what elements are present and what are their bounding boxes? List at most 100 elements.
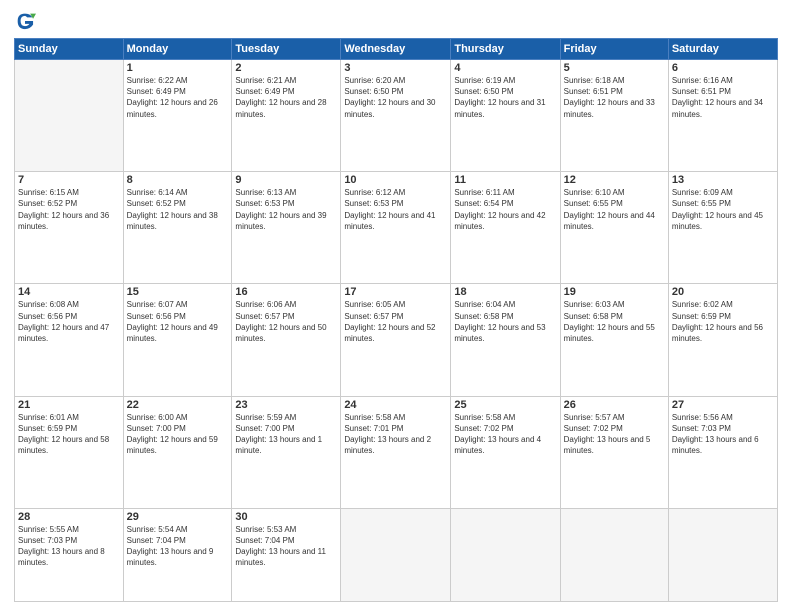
day-info: Sunrise: 6:11 AMSunset: 6:54 PMDaylight:…: [454, 187, 556, 232]
calendar-cell: 20Sunrise: 6:02 AMSunset: 6:59 PMDayligh…: [668, 284, 777, 396]
day-info: Sunrise: 6:00 AMSunset: 7:00 PMDaylight:…: [127, 412, 229, 457]
day-info: Sunrise: 6:13 AMSunset: 6:53 PMDaylight:…: [235, 187, 337, 232]
day-number: 26: [564, 399, 665, 411]
day-number: 30: [235, 511, 337, 523]
day-info: Sunrise: 6:02 AMSunset: 6:59 PMDaylight:…: [672, 299, 774, 344]
calendar: SundayMondayTuesdayWednesdayThursdayFrid…: [14, 38, 778, 602]
calendar-cell: [341, 508, 451, 601]
calendar-cell: [560, 508, 668, 601]
calendar-cell: 11Sunrise: 6:11 AMSunset: 6:54 PMDayligh…: [451, 172, 560, 284]
day-info: Sunrise: 6:07 AMSunset: 6:56 PMDaylight:…: [127, 299, 229, 344]
day-header: Tuesday: [232, 39, 341, 60]
day-info: Sunrise: 6:14 AMSunset: 6:52 PMDaylight:…: [127, 187, 229, 232]
day-info: Sunrise: 5:58 AMSunset: 7:01 PMDaylight:…: [344, 412, 447, 457]
day-number: 15: [127, 286, 229, 298]
day-header: Wednesday: [341, 39, 451, 60]
day-number: 27: [672, 399, 774, 411]
day-number: 16: [235, 286, 337, 298]
calendar-cell: 3Sunrise: 6:20 AMSunset: 6:50 PMDaylight…: [341, 60, 451, 172]
day-number: 10: [344, 174, 447, 186]
day-info: Sunrise: 6:06 AMSunset: 6:57 PMDaylight:…: [235, 299, 337, 344]
calendar-cell: 4Sunrise: 6:19 AMSunset: 6:50 PMDaylight…: [451, 60, 560, 172]
day-number: 9: [235, 174, 337, 186]
day-number: 20: [672, 286, 774, 298]
day-info: Sunrise: 6:20 AMSunset: 6:50 PMDaylight:…: [344, 75, 447, 120]
day-number: 12: [564, 174, 665, 186]
day-header: Saturday: [668, 39, 777, 60]
calendar-cell: 5Sunrise: 6:18 AMSunset: 6:51 PMDaylight…: [560, 60, 668, 172]
day-info: Sunrise: 5:57 AMSunset: 7:02 PMDaylight:…: [564, 412, 665, 457]
calendar-cell: 17Sunrise: 6:05 AMSunset: 6:57 PMDayligh…: [341, 284, 451, 396]
calendar-cell: 9Sunrise: 6:13 AMSunset: 6:53 PMDaylight…: [232, 172, 341, 284]
calendar-cell: [668, 508, 777, 601]
calendar-cell: 29Sunrise: 5:54 AMSunset: 7:04 PMDayligh…: [123, 508, 232, 601]
day-info: Sunrise: 6:10 AMSunset: 6:55 PMDaylight:…: [564, 187, 665, 232]
calendar-cell: [15, 60, 124, 172]
day-number: 14: [18, 286, 120, 298]
calendar-cell: 25Sunrise: 5:58 AMSunset: 7:02 PMDayligh…: [451, 396, 560, 508]
day-info: Sunrise: 6:16 AMSunset: 6:51 PMDaylight:…: [672, 75, 774, 120]
day-info: Sunrise: 5:53 AMSunset: 7:04 PMDaylight:…: [235, 524, 337, 569]
day-number: 3: [344, 62, 447, 74]
day-info: Sunrise: 6:04 AMSunset: 6:58 PMDaylight:…: [454, 299, 556, 344]
calendar-cell: 15Sunrise: 6:07 AMSunset: 6:56 PMDayligh…: [123, 284, 232, 396]
day-number: 19: [564, 286, 665, 298]
calendar-cell: 7Sunrise: 6:15 AMSunset: 6:52 PMDaylight…: [15, 172, 124, 284]
calendar-cell: 10Sunrise: 6:12 AMSunset: 6:53 PMDayligh…: [341, 172, 451, 284]
calendar-cell: 26Sunrise: 5:57 AMSunset: 7:02 PMDayligh…: [560, 396, 668, 508]
calendar-cell: 13Sunrise: 6:09 AMSunset: 6:55 PMDayligh…: [668, 172, 777, 284]
day-info: Sunrise: 6:18 AMSunset: 6:51 PMDaylight:…: [564, 75, 665, 120]
day-number: 11: [454, 174, 556, 186]
calendar-cell: 14Sunrise: 6:08 AMSunset: 6:56 PMDayligh…: [15, 284, 124, 396]
day-info: Sunrise: 6:08 AMSunset: 6:56 PMDaylight:…: [18, 299, 120, 344]
day-number: 1: [127, 62, 229, 74]
calendar-cell: 28Sunrise: 5:55 AMSunset: 7:03 PMDayligh…: [15, 508, 124, 601]
calendar-cell: 18Sunrise: 6:04 AMSunset: 6:58 PMDayligh…: [451, 284, 560, 396]
day-info: Sunrise: 6:12 AMSunset: 6:53 PMDaylight:…: [344, 187, 447, 232]
day-number: 28: [18, 511, 120, 523]
logo: [14, 10, 40, 32]
day-header: Thursday: [451, 39, 560, 60]
day-info: Sunrise: 6:03 AMSunset: 6:58 PMDaylight:…: [564, 299, 665, 344]
calendar-cell: 21Sunrise: 6:01 AMSunset: 6:59 PMDayligh…: [15, 396, 124, 508]
calendar-header-row: SundayMondayTuesdayWednesdayThursdayFrid…: [15, 39, 778, 60]
calendar-cell: [451, 508, 560, 601]
day-info: Sunrise: 5:59 AMSunset: 7:00 PMDaylight:…: [235, 412, 337, 457]
day-number: 18: [454, 286, 556, 298]
calendar-cell: 16Sunrise: 6:06 AMSunset: 6:57 PMDayligh…: [232, 284, 341, 396]
day-number: 24: [344, 399, 447, 411]
day-header: Friday: [560, 39, 668, 60]
day-info: Sunrise: 5:56 AMSunset: 7:03 PMDaylight:…: [672, 412, 774, 457]
calendar-cell: 23Sunrise: 5:59 AMSunset: 7:00 PMDayligh…: [232, 396, 341, 508]
day-number: 8: [127, 174, 229, 186]
day-header: Monday: [123, 39, 232, 60]
header: [14, 10, 778, 32]
calendar-cell: 12Sunrise: 6:10 AMSunset: 6:55 PMDayligh…: [560, 172, 668, 284]
day-number: 23: [235, 399, 337, 411]
day-info: Sunrise: 5:55 AMSunset: 7:03 PMDaylight:…: [18, 524, 120, 569]
day-info: Sunrise: 6:09 AMSunset: 6:55 PMDaylight:…: [672, 187, 774, 232]
calendar-cell: 6Sunrise: 6:16 AMSunset: 6:51 PMDaylight…: [668, 60, 777, 172]
day-info: Sunrise: 5:58 AMSunset: 7:02 PMDaylight:…: [454, 412, 556, 457]
day-number: 6: [672, 62, 774, 74]
day-info: Sunrise: 5:54 AMSunset: 7:04 PMDaylight:…: [127, 524, 229, 569]
day-number: 17: [344, 286, 447, 298]
calendar-cell: 19Sunrise: 6:03 AMSunset: 6:58 PMDayligh…: [560, 284, 668, 396]
day-number: 13: [672, 174, 774, 186]
day-number: 29: [127, 511, 229, 523]
day-info: Sunrise: 6:01 AMSunset: 6:59 PMDaylight:…: [18, 412, 120, 457]
calendar-cell: 27Sunrise: 5:56 AMSunset: 7:03 PMDayligh…: [668, 396, 777, 508]
calendar-cell: 2Sunrise: 6:21 AMSunset: 6:49 PMDaylight…: [232, 60, 341, 172]
day-header: Sunday: [15, 39, 124, 60]
calendar-cell: 22Sunrise: 6:00 AMSunset: 7:00 PMDayligh…: [123, 396, 232, 508]
day-number: 5: [564, 62, 665, 74]
day-info: Sunrise: 6:22 AMSunset: 6:49 PMDaylight:…: [127, 75, 229, 120]
day-info: Sunrise: 6:21 AMSunset: 6:49 PMDaylight:…: [235, 75, 337, 120]
day-info: Sunrise: 6:05 AMSunset: 6:57 PMDaylight:…: [344, 299, 447, 344]
calendar-cell: 30Sunrise: 5:53 AMSunset: 7:04 PMDayligh…: [232, 508, 341, 601]
day-number: 2: [235, 62, 337, 74]
day-number: 25: [454, 399, 556, 411]
day-info: Sunrise: 6:15 AMSunset: 6:52 PMDaylight:…: [18, 187, 120, 232]
day-number: 21: [18, 399, 120, 411]
calendar-cell: 8Sunrise: 6:14 AMSunset: 6:52 PMDaylight…: [123, 172, 232, 284]
